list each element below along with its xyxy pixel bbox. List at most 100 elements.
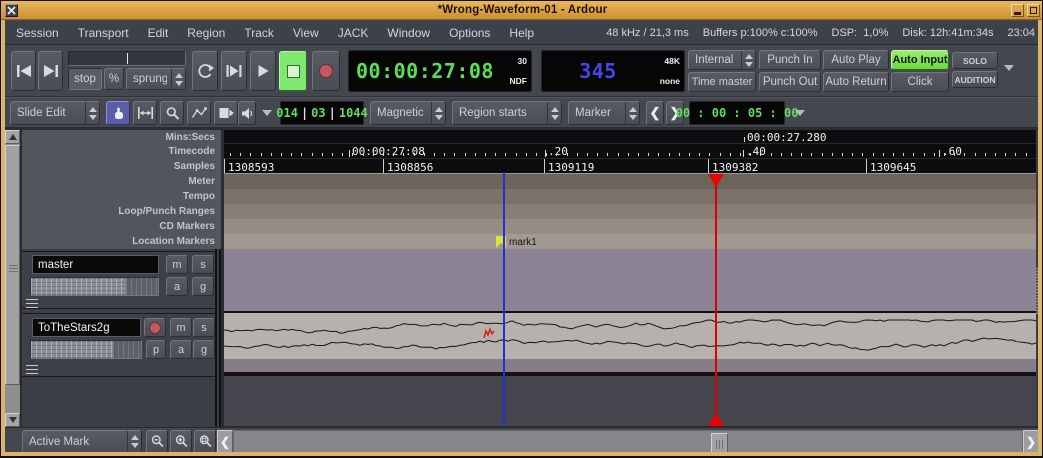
mark-mode-combo[interactable]: Active Mark <box>22 430 142 453</box>
zoom-out-button[interactable] <box>146 430 168 453</box>
editor-canvas[interactable]: 00:00:27.280 00:00:27:08.20.40.60 130859… <box>224 130 1036 426</box>
snap-mode-combo[interactable]: Magnetic <box>370 101 446 125</box>
menu-edit[interactable]: Edit <box>148 26 169 40</box>
lane-loop-punch[interactable] <box>224 204 1036 219</box>
edit-marker-top-icon[interactable] <box>708 174 724 187</box>
goto-start-button[interactable] <box>11 51 36 91</box>
vertical-scrollbar[interactable] <box>5 130 20 427</box>
track-header-tothestars2g[interactable]: ToTheStars2g m s p a g <box>22 313 215 377</box>
tool-range-button[interactable] <box>133 101 157 125</box>
audition-button[interactable]: AUDITION <box>952 71 998 88</box>
tool-audition-button[interactable] <box>238 101 256 125</box>
menu-transport[interactable]: Transport <box>78 26 129 40</box>
goto-end-button[interactable] <box>38 51 63 91</box>
gain-fader[interactable] <box>30 277 159 296</box>
ruler-samples[interactable]: 13085931308856130911913093821309645 <box>224 159 1036 174</box>
horizontal-scrollbar[interactable] <box>233 430 1023 453</box>
nudge-back-button[interactable]: ❮ <box>646 101 664 125</box>
group-button[interactable]: g <box>192 277 214 296</box>
ruler-timecode[interactable]: 00:00:27:08.20.40.60 <box>224 144 1036 159</box>
menu-view[interactable]: View <box>293 26 319 40</box>
window-maximize-button[interactable] <box>1027 4 1040 17</box>
punch-out-button[interactable]: Punch Out <box>759 72 821 92</box>
spinner-icon[interactable] <box>547 102 561 124</box>
ruler-minsec[interactable]: 00:00:27.280 <box>224 130 1036 144</box>
menu-window[interactable]: Window <box>387 26 430 40</box>
solo-button[interactable]: s <box>192 255 214 274</box>
lane-meter[interactable] <box>224 174 1036 189</box>
play-button[interactable] <box>250 51 276 91</box>
tool-stretch-button[interactable] <box>214 101 238 125</box>
transport-options-chevron-icon[interactable] <box>1004 65 1014 71</box>
sync-source-combo[interactable]: Internal <box>688 50 756 70</box>
primary-clock[interactable]: 00:00:27:08 30 NDF <box>348 50 532 92</box>
record-arm-button[interactable] <box>144 318 166 337</box>
shuttle-units-button[interactable]: % <box>104 68 124 90</box>
shuttle-stop-label[interactable]: stop <box>68 68 102 90</box>
edit-mode-combo[interactable]: Slide Edit <box>10 101 100 125</box>
playlist-button[interactable]: p <box>146 340 166 359</box>
window-close-button[interactable] <box>5 4 18 17</box>
track-name-field[interactable]: master <box>32 255 159 274</box>
resize-grip-icon[interactable] <box>26 299 38 308</box>
audio-region[interactable] <box>224 313 1036 359</box>
hscroll-right-button[interactable]: ❯ <box>1023 430 1039 453</box>
edit-point-combo[interactable]: Marker <box>568 101 640 125</box>
solo-button[interactable]: SOLO <box>952 52 998 69</box>
zoom-to-session-button[interactable] <box>194 430 216 453</box>
menu-help[interactable]: Help <box>509 26 534 40</box>
titlebar[interactable]: *Wrong-Waveform-01 - Ardour <box>1 1 1043 20</box>
shuttle-mode-combo[interactable]: sprung <box>126 68 186 90</box>
menu-jack[interactable]: JACK <box>338 26 369 40</box>
primary-clock-time[interactable]: 00:00:27:08 <box>353 59 497 83</box>
auto-return-button[interactable]: Auto Return <box>823 72 889 92</box>
playhead-line[interactable] <box>503 172 505 426</box>
loop-button[interactable] <box>192 51 218 91</box>
spinner-icon[interactable] <box>127 431 141 452</box>
tool-zoom-button[interactable] <box>160 101 184 125</box>
spinner-icon[interactable] <box>625 102 639 124</box>
edit-marker-bottom-icon[interactable] <box>708 413 724 426</box>
secondary-clock-value[interactable]: 345 <box>546 59 650 83</box>
lane-cd-markers[interactable] <box>224 219 1036 234</box>
scroll-down-button[interactable] <box>5 413 20 427</box>
spinner-icon[interactable] <box>171 69 185 89</box>
punch-in-button[interactable]: Punch In <box>759 50 821 70</box>
window-minimize-button[interactable] <box>1011 4 1024 17</box>
mute-button[interactable]: m <box>170 318 192 337</box>
solo-button[interactable]: s <box>193 318 215 337</box>
auto-input-button[interactable]: Auto Input <box>891 50 949 70</box>
record-button[interactable] <box>312 51 340 91</box>
menu-track[interactable]: Track <box>244 26 274 40</box>
menu-options[interactable]: Options <box>449 26 490 40</box>
play-range-button[interactable] <box>221 51 247 91</box>
lane-location-markers[interactable] <box>224 234 1036 249</box>
spinner-icon[interactable] <box>431 102 445 124</box>
spinner-icon[interactable] <box>85 102 99 124</box>
vertical-scrollbar-thumb[interactable] <box>5 145 20 385</box>
secondary-clock[interactable]: 345 48K none <box>541 50 685 92</box>
automation-button[interactable]: a <box>170 340 192 359</box>
group-button[interactable]: g <box>193 340 215 359</box>
mute-button[interactable]: m <box>166 255 188 274</box>
scroll-up-button[interactable] <box>5 130 20 144</box>
spinner-icon[interactable] <box>741 51 755 69</box>
tool-grab-button[interactable] <box>106 101 130 125</box>
automation-button[interactable]: a <box>166 277 188 296</box>
auto-play-button[interactable]: Auto Play <box>823 50 889 70</box>
click-button[interactable]: Click <box>891 72 949 92</box>
menu-session[interactable]: Session <box>16 26 59 40</box>
nudge-clock[interactable]: 00 : 00 : 05 : 00 <box>689 101 785 125</box>
track-header-master[interactable]: master m s a g <box>22 251 215 309</box>
snap-to-combo[interactable]: Region starts <box>452 101 562 125</box>
gain-fader[interactable] <box>30 340 142 359</box>
edit-marker-line[interactable] <box>715 174 717 426</box>
tool-draw-button[interactable] <box>187 101 211 125</box>
menu-region[interactable]: Region <box>187 26 225 40</box>
hscroll-left-button[interactable]: ❮ <box>217 430 233 453</box>
stop-button[interactable] <box>279 51 307 91</box>
resize-grip-icon[interactable] <box>26 365 38 374</box>
shuttle-speed-strip[interactable] <box>68 51 186 66</box>
lane-tempo[interactable] <box>224 189 1036 204</box>
zoom-in-button[interactable] <box>170 430 192 453</box>
